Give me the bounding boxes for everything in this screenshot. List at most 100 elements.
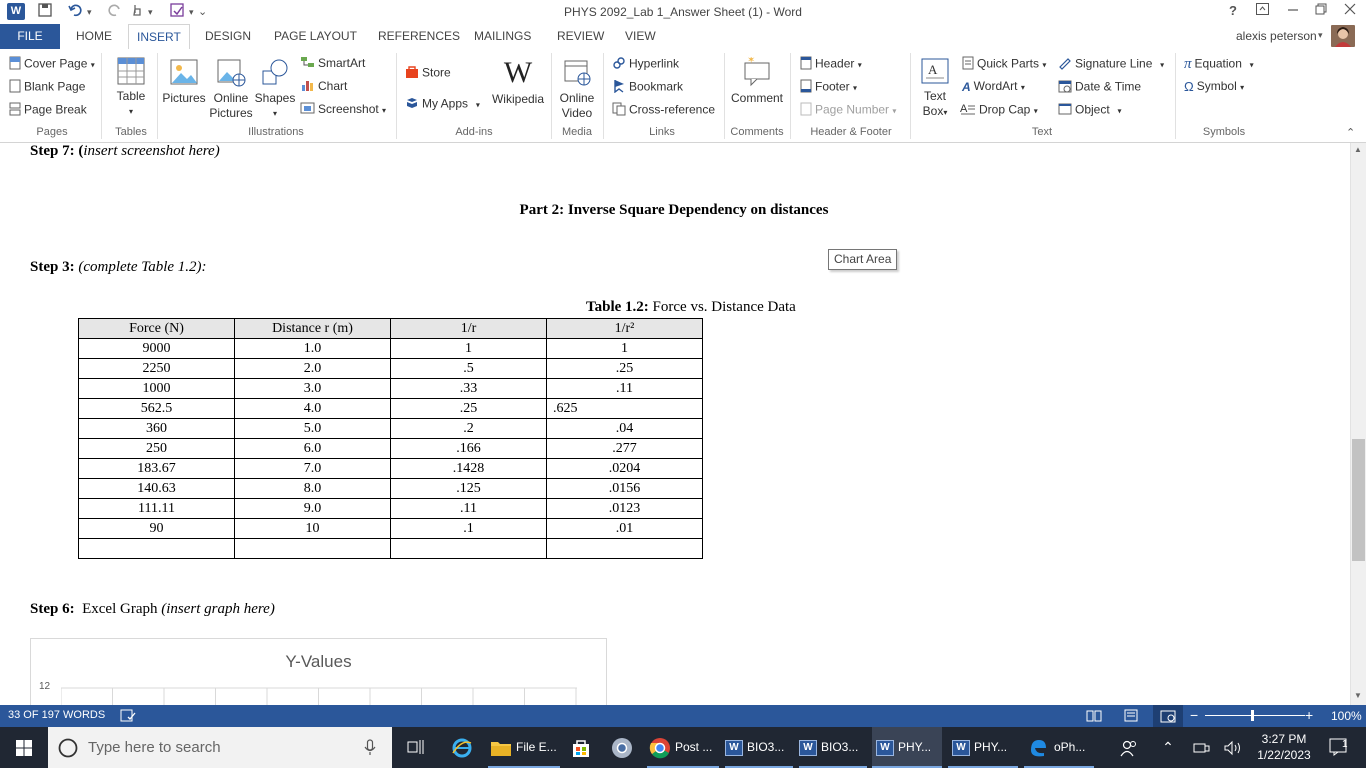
text-box-button[interactable]: A Text Box▾ [914, 57, 956, 120]
table-cell[interactable]: .166 [390, 438, 547, 459]
table-cell[interactable]: 4.0 [234, 398, 391, 419]
table-header-cell[interactable]: Force (N) [78, 318, 235, 339]
table-cell[interactable]: 183.67 [78, 458, 235, 479]
table-cell[interactable]: .04 [546, 418, 703, 439]
table-cell[interactable] [234, 538, 391, 559]
equation-button[interactable]: π Equation ▾ [1184, 56, 1254, 73]
signature-line-button[interactable]: Signature Line ▾ [1058, 56, 1164, 73]
table-cell[interactable]: 8.0 [234, 478, 391, 499]
zoom-slider-thumb[interactable] [1251, 710, 1254, 721]
table-cell[interactable]: 111.11 [78, 498, 235, 519]
user-dropdown-icon[interactable]: ▾ [1318, 30, 1323, 41]
table-cell[interactable]: .277 [546, 438, 703, 459]
print-layout-icon[interactable] [1123, 709, 1139, 725]
taskbar-word-bio3-2[interactable]: W BIO3... [799, 727, 867, 768]
store-button[interactable]: Store [405, 65, 451, 82]
table-cell[interactable]: 9.0 [234, 498, 391, 519]
tab-view[interactable]: VIEW [617, 24, 664, 49]
tab-references[interactable]: REFERENCES [370, 24, 468, 49]
collapse-ribbon-icon[interactable]: ⌃ [1346, 126, 1355, 139]
ribbon-display-options-icon[interactable] [1256, 3, 1269, 18]
blank-page-button[interactable]: Blank Page [9, 79, 85, 96]
word-count[interactable]: 33 OF 197 WORDS [8, 709, 105, 721]
header-button[interactable]: Header ▾ [800, 56, 862, 73]
table-cell[interactable]: 9000 [78, 338, 235, 359]
user-name[interactable]: alexis peterson [1236, 29, 1317, 43]
taskbar-word-phys-1[interactable]: W PHY... [872, 727, 942, 768]
taskbar-search-box[interactable]: Type here to search [48, 727, 392, 768]
table-cell[interactable]: .125 [390, 478, 547, 499]
table-cell[interactable]: .0204 [546, 458, 703, 479]
zoom-out-button[interactable]: − [1190, 707, 1198, 723]
table-cell[interactable]: 1 [390, 338, 547, 359]
table-cell[interactable]: 2250 [78, 358, 235, 379]
taskbar-word-bio3-1[interactable]: W BIO3... [725, 727, 793, 768]
zoom-in-button[interactable]: + [1305, 707, 1313, 723]
table-cell[interactable]: .25 [390, 398, 547, 419]
task-view-button[interactable] [400, 727, 432, 768]
table-cell[interactable]: .01 [546, 518, 703, 539]
vertical-scrollbar[interactable]: ▲ ▼ [1350, 143, 1366, 705]
scroll-down-icon[interactable]: ▼ [1354, 691, 1362, 700]
table-cell[interactable]: .33 [390, 378, 547, 399]
taskbar-chrome[interactable] [607, 727, 637, 768]
wordart-button[interactable]: A WordArt ▾ [962, 79, 1025, 94]
table-cell[interactable]: .11 [546, 378, 703, 399]
footer-button[interactable]: Footer ▾ [800, 79, 857, 96]
page-break-button[interactable]: Page Break [9, 102, 87, 119]
taskbar-word-phys-2[interactable]: W PHY... [948, 727, 1018, 768]
taskbar-file-explorer[interactable]: File E... [488, 727, 560, 768]
date-time-button[interactable]: Date & Time [1058, 79, 1141, 96]
shapes-button[interactable]: Shapes ▾ [254, 57, 296, 121]
proofing-icon[interactable] [120, 709, 136, 725]
table-cell[interactable] [546, 538, 703, 559]
people-button[interactable] [1118, 727, 1140, 768]
online-pictures-button[interactable]: Online Pictures [208, 57, 254, 121]
smartart-button[interactable]: SmartArt [300, 56, 365, 71]
table-cell[interactable]: 6.0 [234, 438, 391, 459]
scroll-up-icon[interactable]: ▲ [1354, 145, 1362, 154]
table-cell[interactable]: 140.63 [78, 478, 235, 499]
table-cell[interactable]: .0123 [546, 498, 703, 519]
tab-mailings[interactable]: MAILINGS [466, 24, 539, 49]
taskbar-ie[interactable] [445, 727, 479, 768]
read-mode-icon[interactable] [1086, 709, 1102, 725]
table-cell[interactable]: .625 [546, 398, 703, 419]
table-cell[interactable]: 360 [78, 418, 235, 439]
zoom-level[interactable]: 100% [1331, 709, 1362, 723]
table-header-cell[interactable]: 1/r² [546, 318, 703, 339]
wikipedia-button[interactable]: W Wikipedia [491, 57, 545, 107]
table-cell[interactable]: .1428 [390, 458, 547, 479]
symbol-button[interactable]: Ω Symbol ▾ [1184, 79, 1244, 94]
start-button[interactable] [0, 727, 48, 768]
cross-reference-button[interactable]: Cross-reference [612, 102, 715, 119]
comment-button[interactable]: ✶ Comment [728, 55, 786, 106]
cover-page-button[interactable]: Cover Page ▾ [9, 56, 95, 73]
table-cell[interactable]: 90 [78, 518, 235, 539]
table-cell[interactable]: .0156 [546, 478, 703, 499]
table-cell[interactable]: 1 [546, 338, 703, 359]
table-cell[interactable]: 1000 [78, 378, 235, 399]
taskbar-clock[interactable]: 3:27 PM 1/22/2023 [1254, 731, 1314, 763]
table-cell[interactable]: 10 [234, 518, 391, 539]
tab-design[interactable]: DESIGN [197, 24, 259, 49]
avatar[interactable] [1331, 25, 1355, 47]
taskbar-chrome-window[interactable]: Post ... [647, 727, 719, 768]
drop-cap-button[interactable]: A Drop Cap ▾ [960, 102, 1038, 119]
close-button[interactable] [1344, 3, 1356, 18]
table-cell[interactable]: 3.0 [234, 378, 391, 399]
chart-button[interactable]: Chart [300, 79, 347, 94]
table-cell[interactable]: .1 [390, 518, 547, 539]
table-cell[interactable] [78, 538, 235, 559]
table-cell[interactable]: .11 [390, 498, 547, 519]
quick-parts-button[interactable]: Quick Parts ▾ [962, 56, 1046, 73]
zoom-slider-track[interactable] [1205, 715, 1305, 716]
table-header-cell[interactable]: Distance r (m) [234, 318, 391, 339]
object-button[interactable]: Object ▾ [1058, 102, 1122, 119]
scrollbar-thumb[interactable] [1352, 439, 1365, 561]
screenshot-button[interactable]: Screenshot ▾ [300, 102, 386, 117]
my-apps-button[interactable]: My Apps ▾ [405, 96, 480, 113]
table-cell[interactable]: 7.0 [234, 458, 391, 479]
table-header-cell[interactable]: 1/r [390, 318, 547, 339]
table-cell[interactable]: 250 [78, 438, 235, 459]
